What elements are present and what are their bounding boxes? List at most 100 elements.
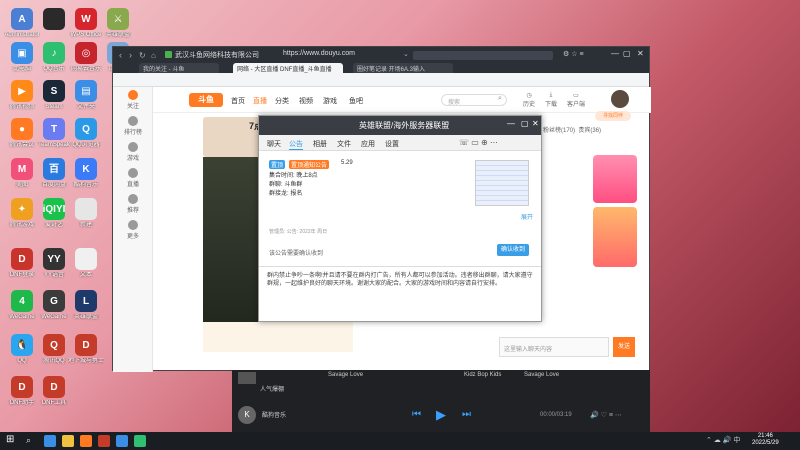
url-display[interactable]: https://www.douyu.com: [283, 50, 355, 57]
prev-icon[interactable]: ⏮: [412, 409, 421, 420]
nav-category[interactable]: 分类: [275, 96, 289, 106]
desktop-icon[interactable]: ▶ 腾讯视频: [4, 80, 40, 111]
desktop-icon[interactable]: Q QQ浏览器: [68, 118, 104, 149]
desktop-icon[interactable]: T TeamSpeak: [36, 118, 72, 149]
douyu-logo[interactable]: 斗鱼: [189, 93, 223, 107]
danmu-input[interactable]: 这里输入聊天内容: [499, 337, 609, 357]
video-player[interactable]: [203, 157, 259, 322]
client-button[interactable]: ▭ 客户端: [567, 92, 585, 108]
side-item-rank[interactable]: 排行榜: [113, 113, 153, 139]
taskbar-app-icon[interactable]: [80, 435, 92, 447]
confirm-button[interactable]: 确认收到: [497, 244, 529, 256]
desktop-icon[interactable]: G WeGame: [36, 290, 72, 321]
desktop-icon[interactable]: 4 WeGame: [4, 290, 40, 321]
tab-notes[interactable]: 圈好笔记录 开场6A.3输入: [353, 63, 453, 73]
tab-notice[interactable]: 公告: [289, 139, 303, 150]
side-item-game[interactable]: 游戏: [113, 139, 153, 165]
tab-files[interactable]: 文件: [337, 139, 351, 149]
toolbar-icons[interactable]: ⚙ ☆ ≡: [563, 50, 584, 58]
nav-live[interactable]: 直播: [253, 96, 267, 106]
desktop-icon[interactable]: D DNF助手: [4, 376, 40, 407]
next-icon[interactable]: ⏭: [462, 409, 471, 420]
desktop-icon[interactable]: ⚔ 英雄联盟: [100, 8, 136, 39]
desktop-icon[interactable]: 百百度网盘: [36, 158, 72, 189]
promo-badge[interactable]: 寻找同伴: [595, 111, 631, 121]
desktop-icon[interactable]: ● 腾讯会议: [4, 118, 40, 149]
desktop-icon[interactable]: ▣ 此电脑: [4, 42, 40, 73]
tab-chat[interactable]: 聊天: [267, 139, 281, 149]
clock[interactable]: 21:46 2022/5/29: [752, 433, 779, 447]
expand-link[interactable]: 展开: [521, 212, 533, 221]
desktop-icon[interactable]: ▤ 文件夹: [68, 80, 104, 111]
tab-live[interactable]: 网络 - 大区直播 DNF直播_斗鱼直播: [233, 63, 343, 73]
ad-banner-top[interactable]: [593, 155, 637, 203]
dropdown-icon[interactable]: ⌄: [403, 50, 409, 58]
desktop-icon[interactable]: 文本: [68, 248, 104, 279]
desktop-icon[interactable]: M 美图: [4, 158, 40, 189]
taskbar-app-icon[interactable]: [116, 435, 128, 447]
taskbar-app-icon[interactable]: [134, 435, 146, 447]
toolbar-search[interactable]: [413, 51, 553, 60]
nav-home[interactable]: 首页: [231, 96, 245, 106]
taskbar-search-icon[interactable]: ⌕: [26, 435, 31, 446]
nav-game[interactable]: 游戏: [323, 96, 337, 106]
chat-close-icon[interactable]: ✕: [532, 119, 539, 128]
desktop-icon[interactable]: 新建: [68, 198, 104, 229]
tray-icons[interactable]: ⌃ ☁ 🔊 中: [706, 435, 740, 445]
home-icon[interactable]: ⌂: [151, 51, 156, 60]
avatar[interactable]: [611, 90, 629, 108]
player-control-icons[interactable]: 🔊 ♡ ≡ ⋯: [590, 411, 622, 419]
tab-follow[interactable]: 我的关注 - 斗鱼: [139, 63, 219, 73]
play-icon[interactable]: ▶: [436, 407, 446, 423]
close-icon[interactable]: ✕: [637, 49, 644, 58]
maximize-icon[interactable]: ▢: [623, 49, 631, 58]
history-button[interactable]: ◷ 历史: [523, 92, 535, 108]
desktop-icon[interactable]: D DNF工具: [36, 376, 72, 407]
gift-bar[interactable]: [203, 322, 353, 352]
desktop-icon[interactable]: D DNF登录: [4, 248, 40, 279]
desktop-icon[interactable]: ♪ QQ音乐: [36, 42, 72, 73]
desktop-icon[interactable]: ◎ 网易云音乐: [68, 42, 104, 73]
ad-banner-bottom[interactable]: [593, 207, 637, 267]
desktop-icon[interactable]: iQIYI 爱奇艺: [36, 198, 72, 229]
refresh-icon[interactable]: ↻: [139, 51, 146, 60]
desktop-icon[interactable]: S Steam: [36, 80, 72, 111]
send-button[interactable]: 发送: [613, 337, 635, 357]
search-icon[interactable]: ⌕: [498, 95, 502, 103]
tab-album[interactable]: 相册: [313, 139, 327, 149]
task-view-icon[interactable]: [44, 435, 56, 447]
minimize-icon[interactable]: —: [611, 49, 619, 58]
file-explorer-icon[interactable]: [62, 435, 74, 447]
desktop-icon[interactable]: [36, 8, 72, 32]
windows-start-icon[interactable]: ⊞: [6, 434, 14, 445]
desktop-icon[interactable]: L 英雄联盟: [68, 290, 104, 321]
back-icon[interactable]: ‹: [119, 50, 122, 60]
chat-maximize-icon[interactable]: ▢: [521, 119, 529, 128]
desktop-icon[interactable]: K 酷狗音乐: [68, 158, 104, 189]
tab-settings[interactable]: 设置: [385, 139, 399, 149]
nav-yuba[interactable]: 鱼吧: [349, 96, 363, 106]
side-item-more[interactable]: 更多: [113, 217, 153, 243]
track-1-title[interactable]: Savage Love: [328, 372, 363, 378]
notice-image[interactable]: [475, 160, 529, 206]
track-2-title[interactable]: 人气爆棚: [260, 384, 284, 393]
download-button[interactable]: ⤓ 下载: [545, 92, 557, 108]
desktop-icon[interactable]: Q 腾讯QQ: [36, 334, 72, 365]
chat-minimize-icon[interactable]: —: [507, 119, 515, 128]
desktop-icon[interactable]: W WPS Office: [68, 8, 104, 39]
desktop-icon[interactable]: ✦ 腾讯游戏: [4, 198, 40, 229]
side-item-follow[interactable]: 关注: [113, 87, 153, 113]
side-item-recommend[interactable]: 推荐: [113, 191, 153, 217]
forward-icon[interactable]: ›: [129, 50, 132, 60]
desktop-icon[interactable]: A Administrator: [4, 8, 40, 39]
taskbar-app-icon[interactable]: [98, 435, 110, 447]
desktop-icon[interactable]: 🐧 QQ: [4, 334, 40, 365]
tab-vip[interactable]: 贵宾(36): [578, 128, 601, 134]
chat-action-icons[interactable]: ☏ ▭ ⊕ ⋯: [459, 138, 498, 147]
desktop-icon[interactable]: YY YY语音: [36, 248, 72, 279]
nav-video[interactable]: 视频: [299, 96, 313, 106]
side-item-live[interactable]: 直播: [113, 165, 153, 191]
tab-apps[interactable]: 应用: [361, 139, 375, 149]
desktop-icon[interactable]: D 地下城与勇士: [68, 334, 104, 365]
tab-fans[interactable]: 粉丝榜(170): [543, 128, 575, 134]
